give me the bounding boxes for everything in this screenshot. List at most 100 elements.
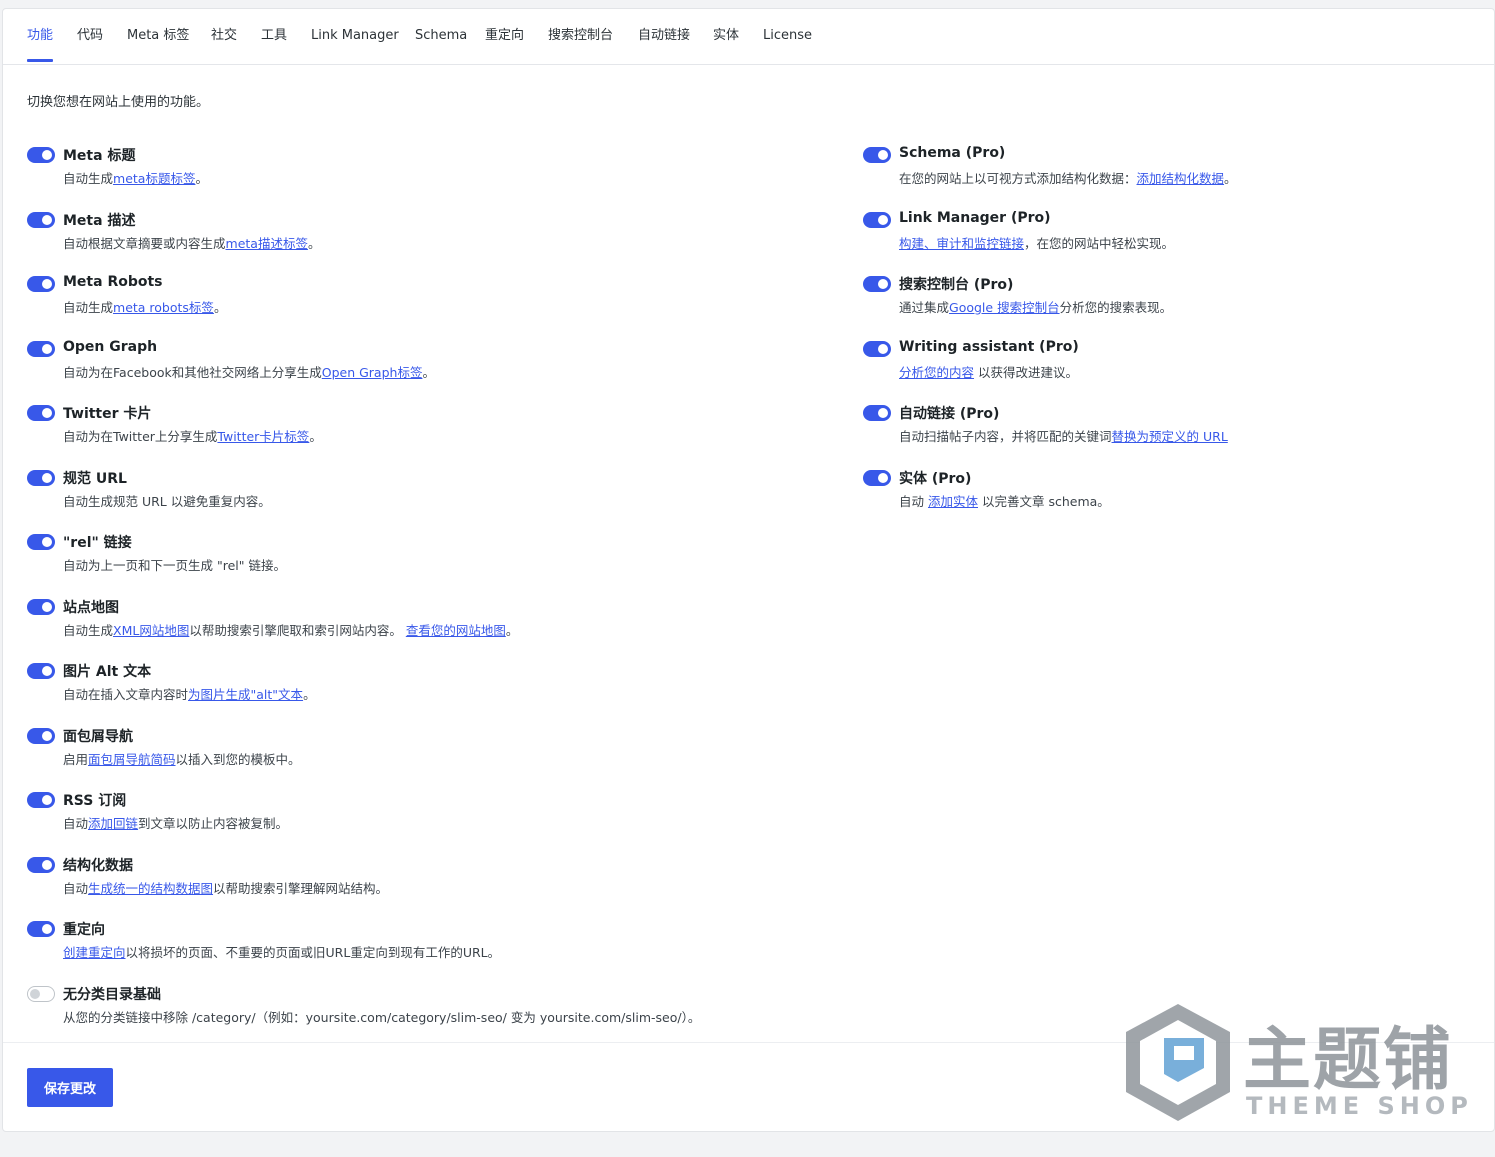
- feature-toggle[interactable]: [27, 598, 55, 615]
- feature-link[interactable]: 为图片生成"alt"文本: [188, 687, 303, 702]
- feature-description: 构建、审计和监控链接，在您的网站中轻松实现。: [899, 233, 1174, 252]
- feature-toggle[interactable]: [863, 340, 891, 357]
- feature-toggle[interactable]: [27, 469, 55, 486]
- feature-description-text: 以将损坏的页面、不重要的页面或旧URL重定向到现有工作的URL。: [125, 945, 501, 960]
- active-tab-indicator: [27, 59, 53, 62]
- feature-toggle[interactable]: [863, 211, 891, 228]
- tab-link-manager[interactable]: Link Manager: [311, 27, 399, 45]
- feature-description: 自动根据文章摘要或内容生成meta描述标签。: [63, 233, 320, 252]
- tab-schema[interactable]: Schema: [415, 27, 467, 45]
- feature-title: 搜索控制台 (Pro): [899, 277, 1014, 293]
- tab-features[interactable]: 功能: [27, 27, 53, 45]
- feature-link[interactable]: meta描述标签: [226, 236, 308, 251]
- feature-toggle[interactable]: [27, 147, 55, 163]
- intro-text: 切换您想在网站上使用的功能。: [27, 95, 210, 110]
- theme-shop-watermark: 主题铺 THEME SHOP: [1118, 1000, 1478, 1130]
- feature-link[interactable]: Google 搜索控制台: [949, 300, 1060, 315]
- tab-code[interactable]: 代码: [77, 27, 103, 45]
- feature-toggle[interactable]: [27, 727, 55, 744]
- tab-redirect[interactable]: 重定向: [485, 27, 524, 45]
- feature-description-text: 自动: [63, 816, 89, 831]
- feature-toggle[interactable]: [27, 856, 55, 873]
- tab-license[interactable]: License: [763, 27, 812, 45]
- tab-social[interactable]: 社交: [211, 27, 237, 45]
- feature-description-text: 。: [309, 429, 322, 444]
- feature-link[interactable]: 添加回链: [88, 816, 138, 831]
- feature-description: 自动生成meta robots标签。: [63, 297, 226, 316]
- save-changes-button[interactable]: 保存更改: [27, 1068, 113, 1107]
- tab-auto-link[interactable]: 自动链接: [638, 27, 690, 45]
- feature-link[interactable]: 添加实体: [928, 494, 978, 509]
- feature-description-text: 通过集成: [899, 300, 950, 315]
- feature-title: 结构化数据: [63, 857, 133, 874]
- feature-title: Twitter 卡片: [63, 406, 152, 422]
- feature-description-text: ，在您的网站中轻松实现。: [1024, 235, 1175, 251]
- feature-description-text: 自动为在Facebook和其他社交网络上分享生成: [63, 364, 322, 380]
- feature-description: 在您的网站上以可视方式添加结构化数据：添加结构化数据。: [899, 168, 1237, 187]
- feature-title: 重定向: [63, 922, 105, 938]
- feature-toggle[interactable]: [27, 792, 55, 808]
- feature-link[interactable]: meta标题标签: [113, 171, 195, 186]
- feature-description: 从您的分类链接中移除 /category/（例如：yoursite.com/ca…: [63, 1007, 700, 1026]
- feature-title: "rel" 链接: [63, 535, 132, 551]
- feature-link[interactable]: 替换为预定义的 URL: [1112, 429, 1228, 444]
- feature-link[interactable]: 分析您的内容: [899, 365, 974, 380]
- feature-toggle[interactable]: [863, 147, 891, 163]
- watermark-subtext: THEME SHOP: [1246, 1092, 1473, 1120]
- feature-description: 自动为在Twitter上分享生成Twitter卡片标签。: [63, 426, 322, 445]
- feature-description: 启用面包屑导航简码以插入到您的模板中。: [63, 749, 301, 768]
- feature-toggle[interactable]: [863, 469, 891, 486]
- feature-description: 自动生成统一的结构数据图以帮助搜索引擎理解网站结构。: [63, 878, 388, 897]
- feature-link[interactable]: 创建重定向: [63, 945, 126, 960]
- feature-description-text: 启用: [63, 751, 89, 767]
- feature-description: 分析您的内容 以获得改进建议。: [899, 362, 1078, 381]
- feature-toggle[interactable]: [863, 276, 891, 292]
- feature-description: 自动生成规范 URL 以避免重复内容。: [63, 491, 271, 510]
- feature-link[interactable]: Open Graph标签: [322, 365, 423, 380]
- feature-description-text: 自动生成规范 URL 以避免重复内容。: [63, 493, 271, 509]
- feature-link[interactable]: 添加结构化数据: [1137, 171, 1225, 186]
- feature-link[interactable]: meta robots标签: [113, 300, 214, 315]
- feature-description-text: 自动扫描帖子内容，并将匹配的关键词: [899, 429, 1112, 444]
- feature-toggle[interactable]: [27, 921, 55, 937]
- feature-description-text: 。: [505, 622, 519, 638]
- feature-link[interactable]: Twitter卡片标签: [217, 429, 309, 444]
- feature-link[interactable]: 查看您的网站地图: [406, 623, 506, 638]
- feature-description-text: 以获得改进建议。: [974, 364, 1078, 380]
- feature-description-text: 以完善文章 schema。: [978, 493, 1110, 509]
- feature-description-text: 分析您的搜索表现。: [1059, 300, 1173, 315]
- tab-meta-tags[interactable]: Meta 标签: [127, 27, 189, 45]
- feature-description-text: 到文章以防止内容被复制。: [138, 816, 289, 831]
- feature-description: 自动生成XML网站地图以帮助搜索引擎爬取和索引网站内容。 查看您的网站地图。: [63, 620, 518, 639]
- feature-description-text: 。: [303, 687, 316, 702]
- feature-link[interactable]: 生成统一的结构数据图: [88, 881, 213, 896]
- feature-title: Meta 标题: [63, 148, 136, 164]
- tab-tools[interactable]: 工具: [261, 27, 287, 45]
- feature-description-text: 。: [1224, 171, 1237, 186]
- feature-link[interactable]: XML网站地图: [113, 623, 189, 638]
- feature-toggle[interactable]: [27, 276, 55, 292]
- feature-description-text: 自动生成: [63, 622, 114, 638]
- feature-link[interactable]: 构建、审计和监控链接: [899, 236, 1024, 251]
- watermark-text: 主题铺: [1243, 1021, 1454, 1100]
- tab-search-console[interactable]: 搜索控制台: [548, 27, 613, 45]
- feature-toggle[interactable]: [27, 340, 55, 357]
- feature-toggle[interactable]: [27, 405, 55, 421]
- feature-description-text: 自动生成: [63, 300, 114, 315]
- feature-description-text: 自动生成: [63, 171, 114, 186]
- feature-description-text: 以帮助搜索引擎理解网站结构。: [213, 880, 389, 896]
- feature-description-text: 以插入到您的模板中。: [175, 751, 301, 767]
- feature-link[interactable]: 面包屑导航简码: [88, 752, 176, 767]
- feature-title: 规范 URL: [63, 470, 127, 487]
- feature-toggle[interactable]: [863, 405, 891, 421]
- feature-description: 自动在插入文章内容时为图片生成"alt"文本。: [63, 684, 316, 703]
- feature-description-text: 自动在插入文章内容时: [63, 687, 189, 702]
- tab-entity[interactable]: 实体: [713, 27, 739, 45]
- feature-toggle[interactable]: [27, 985, 55, 1002]
- feature-toggle[interactable]: [27, 663, 55, 679]
- feature-description-text: 自动为上一页和下一页生成 "rel" 链接。: [63, 558, 286, 573]
- feature-toggle[interactable]: [27, 211, 55, 228]
- feature-title: 站点地图: [63, 599, 119, 616]
- feature-title: Writing assistant (Pro): [899, 338, 1079, 355]
- feature-toggle[interactable]: [27, 534, 55, 550]
